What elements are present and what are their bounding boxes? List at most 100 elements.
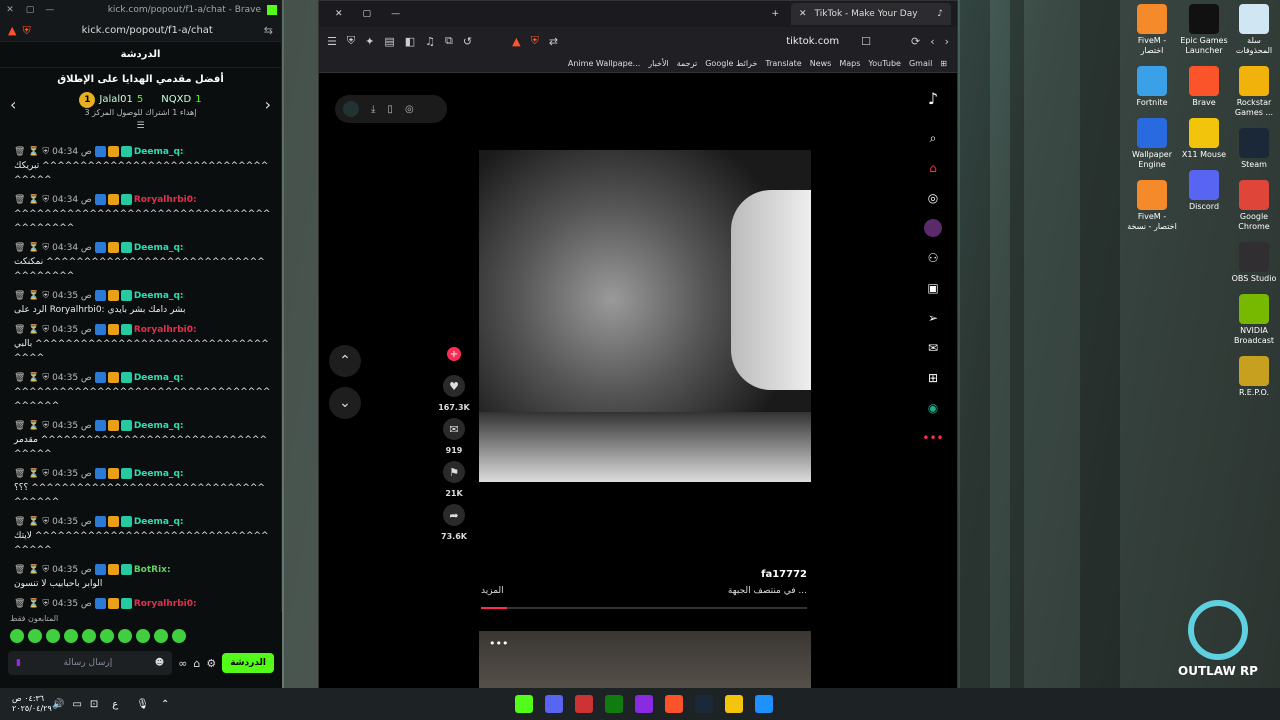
system-clock[interactable]: ٠٤:٣٦ ص ٢٠٢٥/٠٤/٢٩ [0, 694, 52, 714]
bookmark-item[interactable]: News [810, 59, 832, 68]
emote-icon[interactable] [136, 629, 150, 643]
desktop-shortcut[interactable]: Brave [1178, 66, 1230, 108]
bookmark-item[interactable]: YouTube [868, 59, 901, 68]
home-icon[interactable]: ⌂ [924, 159, 942, 177]
message-tools-icon[interactable]: 🗑 ⏳ ⛨ [14, 469, 49, 479]
maximize-icon[interactable]: ▢ [20, 5, 40, 15]
shield-icon[interactable]: ⛨ [347, 34, 355, 48]
chevron-right-icon[interactable]: › [265, 95, 271, 114]
tiktok-app-icon[interactable] [635, 695, 654, 713]
message-username[interactable]: Deema_q: [134, 469, 184, 479]
apps-grid-icon[interactable]: ⊞ [940, 59, 947, 68]
inbox-send-icon[interactable]: ➢ [924, 309, 942, 327]
bookmark-save-icon[interactable]: ⚑ [443, 461, 465, 483]
following-icon[interactable]: ⚇ [924, 249, 942, 267]
emote-icon[interactable] [82, 629, 96, 643]
gear-icon[interactable]: ⚙ [206, 657, 216, 670]
message-tools-icon[interactable]: 🗑 ⏳ ⛨ [14, 147, 49, 157]
bookmark-item[interactable]: ترجمة [677, 59, 698, 68]
like-heart-icon[interactable]: ♥ [443, 375, 465, 397]
monitor-icon[interactable]: ⊡ [90, 699, 98, 710]
reload-icon[interactable]: ⟳ [911, 35, 920, 48]
chat-message-list[interactable]: 🗑 ⏳ ⛨ 04:34 ص Deema_q: تبريكك ^^^^^^^^^^^^… [0, 142, 282, 612]
download-icon[interactable]: ⤓ [371, 104, 375, 115]
next-video-card[interactable]: ••• [479, 631, 811, 689]
building-icon[interactable]: ⌂ [193, 657, 200, 670]
filter-icon[interactable]: ☰ [0, 121, 281, 131]
language-indicator[interactable]: ع [112, 699, 118, 710]
more-icon[interactable]: ••• [922, 429, 943, 447]
emote-icon[interactable] [154, 629, 168, 643]
message-tools-icon[interactable]: 🗑 ⏳ ⛨ [14, 195, 49, 205]
desktop-shortcut[interactable]: Fortnite [1126, 66, 1178, 108]
video-player[interactable] [479, 150, 811, 482]
bookmark-item[interactable]: الأخبار [648, 59, 668, 68]
more-link[interactable]: المزيد [481, 586, 504, 596]
desktop-shortcut[interactable]: FiveM - اختصار [1126, 4, 1178, 56]
follow-plus-icon[interactable]: + [447, 347, 461, 361]
message-tools-icon[interactable]: 🗑 ⏳ ⛨ [14, 421, 49, 431]
desktop-shortcut[interactable]: Steam [1228, 128, 1280, 170]
shield-icon[interactable]: ◉ [924, 399, 942, 417]
desktop-shortcut[interactable]: NVIDIA Broadcast [1228, 294, 1280, 346]
message-tools-icon[interactable]: 🗑 ⏳ ⛨ [14, 373, 49, 383]
message-username[interactable]: Deema_q: [134, 147, 184, 157]
minimize-icon[interactable]: — [391, 9, 400, 19]
bookmark-item[interactable]: Gmail [909, 59, 932, 68]
forward-icon[interactable]: › [945, 35, 949, 48]
file-explorer-icon[interactable] [725, 695, 744, 713]
emote-icon[interactable] [10, 629, 24, 643]
desktop-shortcut[interactable]: OBS Studio [1228, 242, 1280, 284]
windows-start-icon[interactable] [755, 695, 774, 713]
desktop-shortcut[interactable]: R.E.P.O. [1228, 356, 1280, 398]
avatar-icon[interactable] [343, 101, 359, 117]
discord-app-icon[interactable] [545, 695, 564, 713]
video-author[interactable]: fa17772 [481, 569, 807, 580]
url[interactable]: tiktok.com [786, 36, 839, 47]
profile-avatar-icon[interactable] [924, 219, 942, 237]
previous-video-button[interactable]: ⌃ [329, 345, 361, 377]
live-icon[interactable]: ▣ [924, 279, 942, 297]
volume-icon[interactable]: 🔊 [52, 699, 64, 710]
brave-app-icon[interactable] [665, 695, 684, 713]
message-username[interactable]: Deema_q: [134, 373, 184, 383]
desktop-shortcut[interactable]: FiveM - اختصار - نسخة [1126, 180, 1178, 232]
bookmark-item[interactable]: Translate [765, 59, 801, 68]
back-icon[interactable]: ‹ [930, 35, 934, 48]
share-icon[interactable]: ➦ [443, 504, 465, 526]
chevron-left-icon[interactable]: ‹ [10, 95, 16, 114]
message-tools-icon[interactable]: 🗑 ⏳ ⛨ [14, 599, 49, 609]
brave-shield-icon[interactable]: ⛨ [22, 24, 30, 38]
history-icon[interactable]: ↺ [463, 35, 472, 48]
rockstar-app-icon[interactable] [575, 695, 594, 713]
brave-rewards-icon[interactable]: ▲ [8, 24, 16, 37]
next-video-button[interactable]: ⌄ [329, 387, 361, 419]
phone-icon[interactable]: ▯ [387, 104, 393, 115]
message-tools-icon[interactable]: 🗑 ⏳ ⛨ [14, 565, 49, 575]
kick-app-icon[interactable] [515, 695, 534, 713]
chat-url[interactable]: kick.com/popout/f1-a/chat [31, 25, 264, 36]
tabs-icon[interactable]: ⧉ [445, 34, 453, 48]
split-view-icon[interactable]: ◧ [405, 35, 415, 48]
message-username[interactable]: Roryalhrbi0: [134, 195, 197, 205]
emote-icon[interactable] [46, 629, 60, 643]
sidebar-icon[interactable]: ▤ [384, 35, 394, 48]
emote-icon[interactable] [28, 629, 42, 643]
messages-icon[interactable]: ✉ [924, 339, 942, 357]
compass-icon[interactable]: ◎ [405, 104, 414, 115]
message-tools-icon[interactable]: 🗑 ⏳ ⛨ [14, 243, 49, 253]
desktop-shortcut[interactable]: Google Chrome [1228, 180, 1280, 232]
message-username[interactable]: BotRix: [134, 565, 171, 575]
bookmark-item[interactable]: Anime Wallpape... [568, 59, 640, 68]
music-icon[interactable]: ♫ [425, 35, 435, 48]
bookmark-icon[interactable]: ☐ [861, 35, 871, 48]
brave-rewards-icon[interactable]: ▲ [512, 35, 520, 48]
tiktok-logo-icon[interactable]: ♪ [924, 89, 942, 108]
new-tab-icon[interactable]: + [771, 9, 779, 19]
desktop-shortcut[interactable]: Rockstar Games ... [1228, 66, 1280, 118]
desktop-shortcut[interactable]: X11 Mouse [1178, 118, 1230, 160]
comment-icon[interactable]: ✉ [443, 418, 465, 440]
extensions-icon[interactable]: ✦ [365, 35, 374, 48]
message-username[interactable]: Roryalhrbi0: [134, 325, 197, 335]
maximize-icon[interactable]: ▢ [363, 9, 372, 19]
